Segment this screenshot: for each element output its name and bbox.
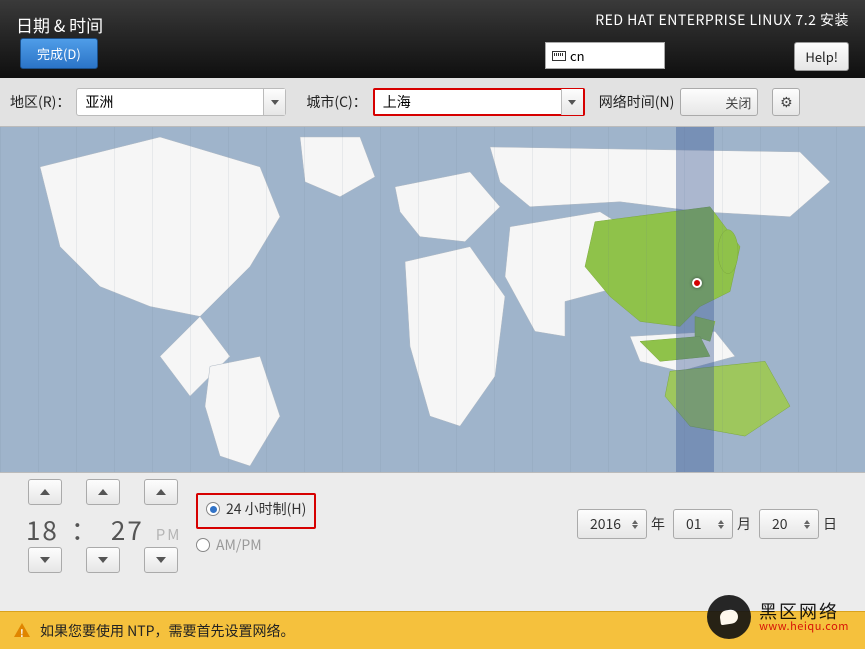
spinner-arrows-icon [718, 520, 724, 529]
installer-subtitle: RED HAT ENTERPRISE LINUX 7.2 安装 [595, 10, 849, 30]
region-label: 地区(R)： [10, 92, 70, 112]
radio-24h-row[interactable]: 24 小时制(H) [206, 499, 306, 519]
spinner-arrows-icon [632, 520, 638, 529]
time-format-radios: 24 小时制(H) AM/PM [186, 493, 316, 555]
keyboard-icon [552, 51, 566, 61]
spinner-arrows-icon [804, 520, 810, 529]
header-bar: 日期 & 时间 完成(D) RED HAT ENTERPRISE LINUX 7… [0, 0, 865, 78]
network-time-label: 网络时间(N) [599, 92, 675, 112]
ampm-down-button[interactable] [144, 547, 178, 573]
selector-bar: 地区(R)： 亚洲 城市(C)： 上海 网络时间(N) 关闭 ⚙ [0, 78, 865, 127]
region-combobox[interactable]: 亚洲 [76, 88, 286, 116]
month-spinner[interactable]: 01 [673, 509, 733, 539]
city-label: 城市(C)： [306, 92, 366, 112]
time-separator: ： [71, 511, 99, 548]
chevron-down-icon[interactable] [561, 89, 583, 115]
year-label: 年 [651, 514, 665, 534]
day-value: 20 [772, 514, 788, 534]
date-controls: 2016 年 01 月 20 日 [577, 509, 845, 539]
ampm-value: PM [156, 524, 182, 545]
warning-icon [14, 623, 30, 637]
radio-24h-group: 24 小时制(H) [196, 493, 316, 529]
map-pin-icon [692, 278, 702, 288]
radio-24h[interactable] [206, 502, 220, 516]
day-spinner[interactable]: 20 [759, 509, 819, 539]
chevron-down-icon[interactable] [263, 89, 285, 115]
city-value: 上海 [375, 92, 561, 112]
warning-text: 如果您要使用 NTP，需要首先设置网络。 [40, 621, 295, 641]
bottom-controls: 18 ： 27 PM .bottom { position: relative;… [0, 473, 865, 583]
gear-icon: ⚙ [780, 92, 793, 112]
region-value: 亚洲 [77, 92, 263, 112]
toggle-state-text: 关闭 [725, 93, 751, 112]
month-label: 月 [737, 514, 751, 534]
radio-ampm[interactable] [196, 538, 210, 552]
minutes-value: 27 [111, 511, 144, 548]
hours-down-button[interactable] [28, 547, 62, 573]
hours-up-button[interactable] [28, 479, 62, 505]
help-button[interactable]: Help! [794, 42, 849, 71]
minutes-down-button[interactable] [86, 547, 120, 573]
ampm-up-button[interactable] [144, 479, 178, 505]
time-display: 18 ： 27 PM [20, 511, 181, 513]
radio-ampm-label: AM/PM [216, 535, 262, 555]
day-label: 日 [823, 514, 837, 534]
radio-24h-label: 24 小时制(H) [226, 499, 306, 519]
network-time-toggle[interactable]: 关闭 [680, 88, 758, 116]
year-value: 2016 [590, 514, 621, 534]
world-map-svg [0, 127, 865, 472]
radio-ampm-row[interactable]: AM/PM [186, 535, 316, 555]
city-combobox[interactable]: 上海 [373, 88, 585, 116]
month-value: 01 [686, 514, 702, 534]
timezone-map[interactable] [0, 127, 865, 473]
keyboard-layout-text: cn [570, 46, 585, 65]
year-spinner[interactable]: 2016 [577, 509, 647, 539]
keyboard-indicator[interactable]: cn [545, 42, 665, 69]
minutes-up-button[interactable] [86, 479, 120, 505]
hours-value: 18 [26, 511, 59, 548]
warning-bar: 如果您要使用 NTP，需要首先设置网络。 [0, 611, 865, 649]
ntp-settings-button[interactable]: ⚙ [772, 88, 800, 116]
done-button[interactable]: 完成(D) [20, 38, 98, 69]
